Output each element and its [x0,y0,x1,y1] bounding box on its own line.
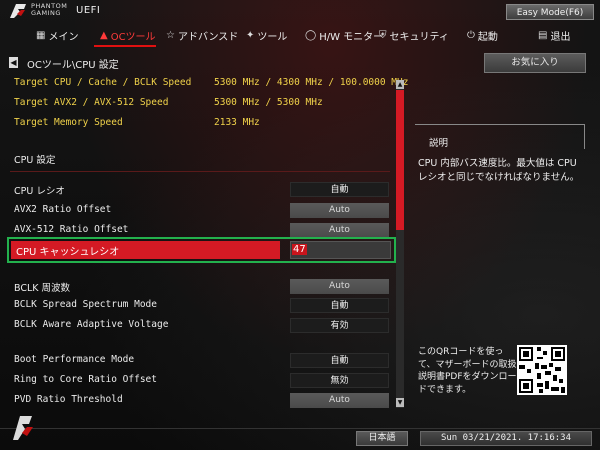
section-title: CPU 設定 [14,155,56,166]
brand-line-2: GAMING [31,9,61,17]
setting-label[interactable]: Ring to Core Ratio Offset [14,374,157,385]
power-icon: ⏻ [467,29,475,41]
exit-icon: ▤ [538,29,548,41]
setting-value[interactable]: 無効 [290,373,389,388]
qr-description: このQRコードを使って、マザーボードの取扱説明書PDFをダウンロードできます。 [418,347,517,395]
setting-value[interactable]: Auto [290,203,389,218]
favorite-button[interactable]: お気に入り [484,53,586,73]
setting-value[interactable]: Auto [290,223,389,238]
setting-value[interactable]: 有効 [290,318,389,333]
uefi-label: UEFI [76,5,101,16]
tab-main-label: メイン [48,31,79,43]
setting-value[interactable]: 自動 [290,182,389,197]
tab-security[interactable]: ⛨ セキュリティ [379,23,449,47]
info-label: Target AVX2 / AVX-512 Speed [14,97,169,108]
rocket-icon: ▲ [100,29,108,41]
footer-divider [0,428,600,429]
info-value: 5300 MHz / 5300 MHz [214,97,323,108]
setting-label[interactable]: PVD Ratio Threshold [14,394,123,405]
description-title: 説明 [429,138,449,149]
tab-exit[interactable]: ▤ 退出 [538,23,570,47]
brand-text: PHANTOM GAMING [31,3,67,17]
cache-ratio-value: 47 [292,244,307,255]
grid-icon: ▦ [36,29,46,41]
tab-boot[interactable]: ⏻ 起動 [467,23,498,47]
info-value: 2133 MHz [214,117,260,128]
star-icon: ☆ [166,29,175,41]
phantom-gaming-footer-logo-icon [13,416,33,440]
active-tab-indicator [94,45,156,47]
setting-label[interactable]: AVX2 Ratio Offset [14,204,111,215]
setting-value[interactable]: Auto [290,279,389,294]
setting-value[interactable]: 自動 [290,353,389,368]
setting-label[interactable]: CPU レシオ [14,183,65,197]
setting-label[interactable]: BCLK Spread Spectrum Mode [14,299,157,310]
setting-label[interactable]: Boot Performance Mode [14,354,134,365]
tab-advanced-label: アドバンスド [177,31,239,43]
easy-mode-button[interactable]: Easy Mode(F6) [506,4,594,20]
cache-ratio-input[interactable]: 47 [290,241,391,259]
tab-security-label: セキュリティ [389,31,449,43]
tab-boot-label: 起動 [477,31,498,43]
main-nav: ▦ メイン ▲ OCツール ☆ アドバンスド ✦ ツール ◯ H/W モニター … [0,23,600,47]
breadcrumb: OCツール\CPU 設定 [27,60,119,71]
tab-tool[interactable]: ✦ ツール [246,23,287,47]
back-arrow-icon[interactable]: ◀ [9,57,18,68]
tab-main[interactable]: ▦ メイン [36,23,78,47]
setting-label[interactable]: BCLK 周波数 [14,280,70,294]
header: PHANTOM GAMING UEFI Easy Mode(F6) [0,0,600,22]
description-body: CPU 内部バス速度比。最大値は CPU レシオと同じでなければなりません。 [418,158,580,183]
datetime-display: Sun 03/21/2021. 17:16:34 [420,431,592,446]
tab-oc-tool[interactable]: ▲ OCツール [100,23,156,47]
scrollbar-thumb[interactable] [396,90,404,230]
phantom-gaming-logo-icon [10,4,26,18]
wrench-icon: ✦ [246,29,255,41]
setting-label[interactable]: BCLK Aware Adaptive Voltage [14,319,168,330]
setting-label[interactable]: AVX-512 Ratio Offset [14,224,128,235]
shield-icon: ⛨ [379,29,387,41]
tab-hw-monitor-label: H/W モニター [319,31,384,43]
monitor-icon: ◯ [305,29,317,41]
language-button[interactable]: 日本語 [356,431,408,446]
tab-advanced[interactable]: ☆ アドバンスド [166,23,238,47]
info-label: Target CPU / Cache / BCLK Speed [14,77,192,88]
setting-value[interactable]: 自動 [290,298,389,313]
section-divider [10,171,390,172]
setting-label-selected[interactable]: CPU キャッシュレシオ [16,243,119,258]
scroll-down-icon[interactable]: ▼ [396,398,404,407]
info-value: 5300 MHz / 4300 MHz / 100.0000 MHz [214,77,409,88]
scroll-up-icon[interactable]: ▲ [396,80,404,89]
qr-code-icon [517,345,567,395]
tab-tool-label: ツール [257,31,288,43]
setting-value[interactable]: Auto [290,393,389,408]
tab-oc-tool-label: OCツール [110,31,156,43]
tab-exit-label: 退出 [550,31,571,43]
info-label: Target Memory Speed [14,117,123,128]
tab-hw-monitor[interactable]: ◯ H/W モニター [305,23,383,47]
